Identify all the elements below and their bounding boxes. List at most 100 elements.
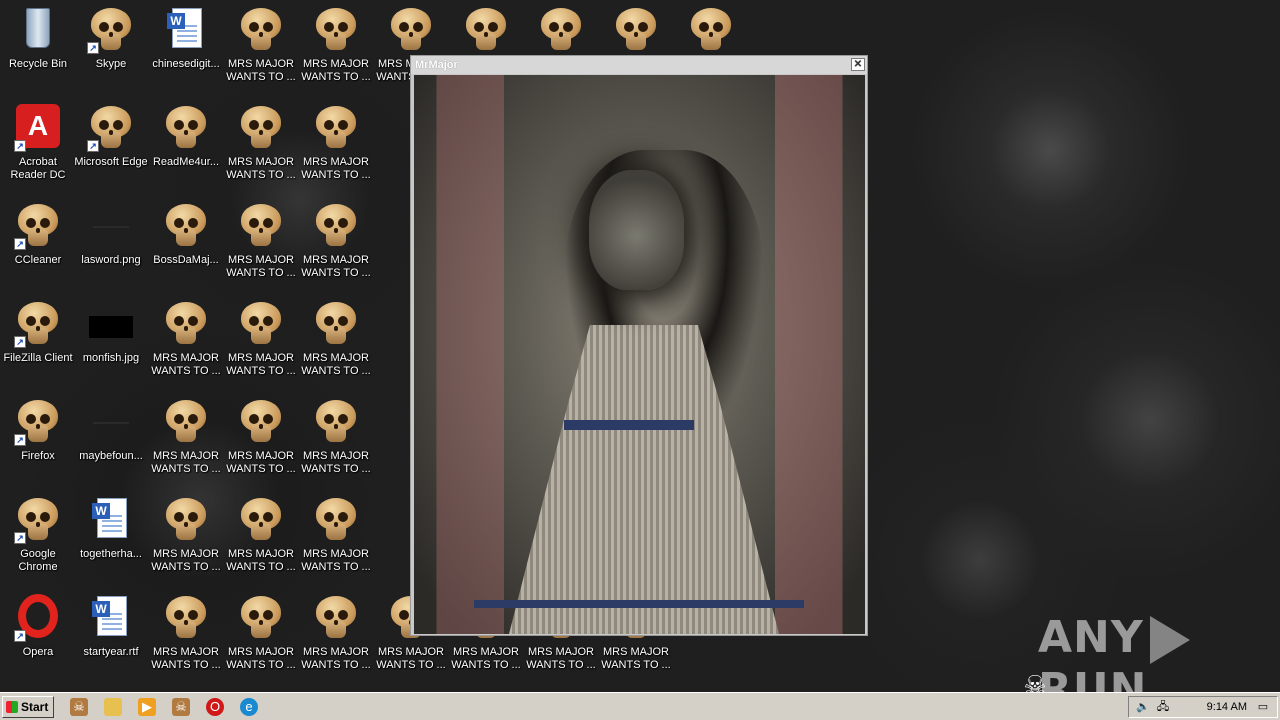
icon-label: MRS MAJOR WANTS TO ...: [151, 646, 221, 671]
icon-label: MRS MAJOR WANTS TO ...: [226, 352, 296, 377]
desktop-icon-mrs-major[interactable]: MRS MAJOR WANTS TO ...: [223, 490, 299, 580]
desktop-icon-acrobat[interactable]: A ↗ Acrobat Reader DC: [0, 98, 76, 188]
icon-label: chinesedigit...: [152, 58, 220, 70]
opera-icon: ↗: [14, 594, 62, 642]
icon-label: monfish.jpg: [82, 352, 140, 364]
skull-icon: [312, 202, 360, 250]
icon-label: MRS MAJOR WANTS TO ...: [226, 254, 296, 279]
desktop-icon-skype[interactable]: ↗ Skype: [73, 0, 149, 90]
close-button[interactable]: ✕: [851, 58, 865, 71]
desktop-icon-chinesedigit[interactable]: W chinesedigit...: [148, 0, 224, 90]
creepy-doll-image: [414, 75, 865, 634]
desktop-icon-mrs-major[interactable]: MRS MAJOR WANTS TO ...: [298, 196, 374, 286]
desktop-icon-mrs-major[interactable]: MRS MAJOR WANTS TO ...: [223, 196, 299, 286]
desktop-icon-chrome[interactable]: ↗ Google Chrome: [0, 490, 76, 580]
desktop-icon-mrs-major[interactable]: MRS MAJOR WANTS TO ...: [148, 588, 224, 678]
skull-icon: ↗: [87, 104, 135, 152]
icon-label: startyear.rtf: [83, 646, 139, 658]
icon-label: Opera: [22, 646, 54, 658]
icon-label: MRS MAJOR WANTS TO ...: [151, 450, 221, 475]
window-titlebar[interactable]: MrMajor ✕: [411, 56, 867, 74]
desktop-icon-filezilla[interactable]: ↗ FileZilla Client: [0, 294, 76, 384]
skull-icon: [237, 496, 285, 544]
desktop-icon-mrs-major[interactable]: MRS MAJOR WANTS TO ...: [223, 294, 299, 384]
desktop-icon-mrs-major[interactable]: MRS MAJOR WANTS TO ...: [223, 0, 299, 90]
desktop: Recycle Bin A ↗ Acrobat Reader DC ↗ CClea…: [0, 0, 1280, 715]
word-document-icon: W: [162, 6, 210, 54]
folder-icon[interactable]: [104, 698, 122, 716]
skull-icon: [312, 398, 360, 446]
clock[interactable]: 9:14 AM: [1207, 697, 1247, 717]
desktop-icon-bossdamaj[interactable]: BossDaMaj...: [148, 196, 224, 286]
desktop-icon-ccleaner[interactable]: ↗ CCleaner: [0, 196, 76, 286]
desktop-icon-maybefoun[interactable]: maybefoun...: [73, 392, 149, 482]
skull-icon: [162, 398, 210, 446]
desktop-icon-togetherha[interactable]: W togetherha...: [73, 490, 149, 580]
media-player-icon[interactable]: ▶: [138, 698, 156, 716]
desktop-icon-mrs-major[interactable]: MRS MAJOR WANTS TO ...: [223, 392, 299, 482]
desktop-icon-lasword[interactable]: lasword.png: [73, 196, 149, 286]
opera-icon[interactable]: O: [206, 698, 224, 716]
skull-icon: [312, 300, 360, 348]
taskbar: Start ☠ ▶ ☠ O e 🔈 🖧 9:14 AM ▭: [0, 692, 1280, 720]
skull-icon: [237, 6, 285, 54]
speaker-icon[interactable]: 🔈: [1135, 700, 1151, 714]
skull-icon: [237, 594, 285, 642]
window-title: MrMajor: [415, 59, 458, 71]
desktop-icon-firefox[interactable]: ↗ Firefox: [0, 392, 76, 482]
desktop-icon-opera[interactable]: ↗ Opera: [0, 588, 76, 678]
start-label: Start: [21, 700, 49, 714]
skull-icon: ↗: [14, 496, 62, 544]
skull-icon: [237, 300, 285, 348]
desktop-icon-mrs-major[interactable]: MRS MAJOR WANTS TO ...: [298, 588, 374, 678]
desktop-icon-mrs-major[interactable]: MRS MAJOR WANTS TO ...: [223, 98, 299, 188]
desktop-icon-mrs-major[interactable]: MRS MAJOR WANTS TO ...: [298, 98, 374, 188]
icon-label: Recycle Bin: [8, 58, 68, 70]
skull-icon: [237, 398, 285, 446]
word-document-icon: W: [87, 496, 135, 544]
network-icon[interactable]: 🖧: [1155, 700, 1171, 714]
icon-label: MRS MAJOR WANTS TO ...: [226, 548, 296, 573]
skull-icon[interactable]: ☠: [70, 698, 88, 716]
icon-label: MRS MAJOR WANTS TO ...: [301, 156, 371, 181]
desktop-icon-recycle-bin[interactable]: Recycle Bin: [0, 0, 76, 90]
desktop-icon-mrs-major[interactable]: MRS MAJOR WANTS TO ...: [298, 294, 374, 384]
icon-label: maybefoun...: [79, 450, 143, 462]
icon-label: MRS MAJOR WANTS TO ...: [451, 646, 521, 671]
mrmajor-window[interactable]: MrMajor ✕: [410, 55, 868, 636]
desktop-icon-mrs-major[interactable]: MRS MAJOR WANTS TO ...: [148, 294, 224, 384]
image-file-icon: [87, 300, 135, 348]
desktop-icon-edge[interactable]: ↗ Microsoft Edge: [73, 98, 149, 188]
skull-icon: [312, 496, 360, 544]
icon-label: Microsoft Edge: [74, 156, 148, 168]
desktop-icon-monfish[interactable]: monfish.jpg: [73, 294, 149, 384]
skull-icon: ↗: [14, 300, 62, 348]
skull-icon: [312, 594, 360, 642]
skull-icon: [237, 104, 285, 152]
desktop-icon-mrs-major[interactable]: MRS MAJOR WANTS TO ...: [298, 0, 374, 90]
show-desktop-icon[interactable]: ▭: [1255, 700, 1271, 714]
desktop-icon-mrs-major[interactable]: MRS MAJOR WANTS TO ...: [223, 588, 299, 678]
icon-label: lasword.png: [81, 254, 141, 266]
icon-label: MRS MAJOR WANTS TO ...: [526, 646, 596, 671]
edge-icon[interactable]: e: [240, 698, 258, 716]
icon-label: BossDaMaj...: [153, 254, 219, 266]
desktop-icon-mrs-major[interactable]: MRS MAJOR WANTS TO ...: [148, 392, 224, 482]
icon-label: MRS MAJOR WANTS TO ...: [226, 646, 296, 671]
skull-icon: [237, 202, 285, 250]
desktop-icon-mrs-major[interactable]: MRS MAJOR WANTS TO ...: [298, 490, 374, 580]
icon-label: Google Chrome: [18, 548, 58, 573]
icon-label: MRS MAJOR WANTS TO ...: [301, 58, 371, 83]
icon-label: Acrobat Reader DC: [10, 156, 66, 181]
skull-icon: ↗: [14, 202, 62, 250]
skull-icon[interactable]: ☠: [172, 698, 190, 716]
icon-label: MRS MAJOR WANTS TO ...: [151, 352, 221, 377]
start-button[interactable]: Start: [2, 696, 54, 718]
skull-icon: [312, 104, 360, 152]
recycle-bin-icon: [14, 6, 62, 54]
skull-icon: [687, 6, 735, 54]
desktop-icon-mrs-major[interactable]: MRS MAJOR WANTS TO ...: [298, 392, 374, 482]
desktop-icon-readme[interactable]: ReadMe4ur...: [148, 98, 224, 188]
desktop-icon-mrs-major[interactable]: MRS MAJOR WANTS TO ...: [148, 490, 224, 580]
desktop-icon-startyear[interactable]: W startyear.rtf: [73, 588, 149, 678]
